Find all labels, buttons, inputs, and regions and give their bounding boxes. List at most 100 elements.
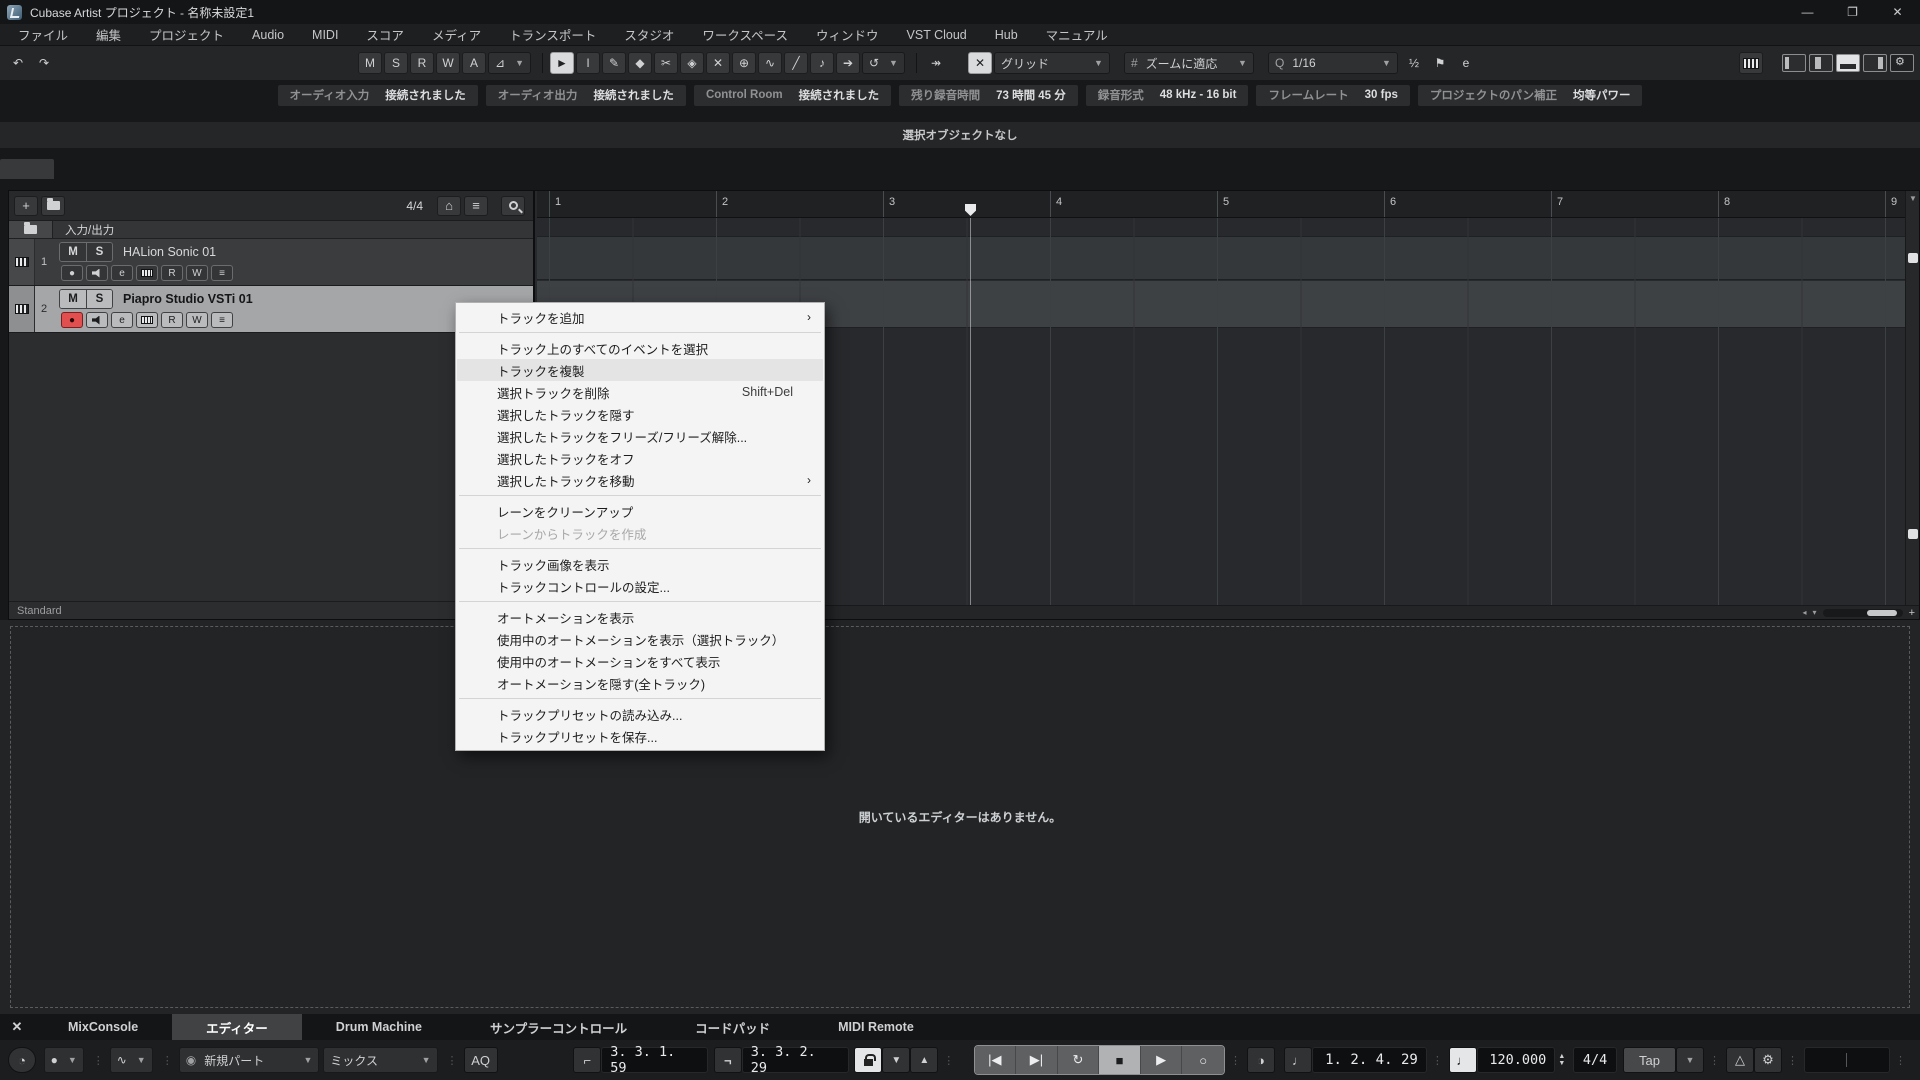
scroll-down-icon[interactable]: ▾ bbox=[1813, 608, 1817, 617]
object-selection-tool[interactable]: ► bbox=[550, 52, 574, 74]
autoscroll-button[interactable]: ↠ bbox=[924, 52, 948, 74]
setup-toolbar-button[interactable]: ⚙ bbox=[1890, 54, 1914, 72]
menu-item[interactable]: 選択トラックを削除 Shift+Del › bbox=[457, 381, 823, 403]
folder-track-row[interactable]: 入力/出力 bbox=[9, 221, 533, 239]
menu-item[interactable]: トラックを追加 › bbox=[457, 306, 823, 328]
lower-zone-toggle[interactable] bbox=[1836, 54, 1860, 72]
track-height-preset[interactable]: Standard bbox=[17, 605, 62, 617]
punch-in-button[interactable]: ▼ bbox=[882, 1047, 910, 1073]
menubar-item[interactable]: ウィンドウ bbox=[802, 23, 893, 46]
edit-instrument-button[interactable] bbox=[136, 265, 158, 281]
snap-type-dropdown[interactable]: グリッド ▼ bbox=[994, 52, 1110, 74]
menubar-item[interactable]: Audio bbox=[238, 26, 298, 44]
close-button[interactable]: ✕ bbox=[1875, 0, 1920, 24]
menubar-item[interactable]: マニュアル bbox=[1032, 23, 1122, 46]
stop-button[interactable]: ■ bbox=[1099, 1046, 1141, 1074]
find-track-button[interactable] bbox=[501, 196, 525, 216]
midi-record-mode-dropdown[interactable]: ◉ 新規パート ▼ bbox=[179, 1047, 320, 1073]
tempo-spinner[interactable]: ▲▼ bbox=[1558, 1053, 1565, 1067]
menubar-item[interactable]: スコア bbox=[352, 23, 418, 46]
metronome-button[interactable]: △ bbox=[1726, 1047, 1754, 1073]
menubar-item[interactable]: 編集 bbox=[82, 23, 135, 46]
edit-channel-button[interactable]: e bbox=[111, 265, 133, 281]
menu-item[interactable]: オートメーションを表示 › bbox=[457, 606, 823, 628]
monitor-button[interactable] bbox=[86, 312, 108, 328]
track-controls-button[interactable]: ≡ bbox=[211, 312, 233, 328]
write-automation-button[interactable]: W bbox=[186, 265, 208, 281]
comp-tool[interactable]: ∿ bbox=[758, 52, 782, 74]
time-signature-display[interactable]: 4/4 bbox=[1573, 1047, 1617, 1073]
scroll-thumb[interactable] bbox=[1908, 253, 1918, 263]
status-segment[interactable]: プロジェクトのパン補正 均等パワー bbox=[1418, 85, 1643, 106]
menu-item[interactable]: 使用中のオートメーションをすべて表示 › bbox=[457, 650, 823, 672]
primary-time-display[interactable]: 1. 2. 4. 29 bbox=[1312, 1047, 1426, 1073]
menu-item[interactable]: › bbox=[459, 495, 821, 496]
punch-out-button[interactable]: ▲ bbox=[910, 1047, 938, 1073]
status-segment[interactable]: オーディオ出力 接続されました bbox=[486, 85, 686, 106]
go-to-next-marker-button[interactable]: ▶| bbox=[1016, 1046, 1058, 1074]
scroll-thumb[interactable] bbox=[1908, 529, 1918, 539]
iterative-quantize-button[interactable]: ½ bbox=[1402, 52, 1426, 74]
status-segment[interactable]: オーディオ入力 接続されました bbox=[278, 85, 478, 106]
cycle-button[interactable]: ↻ bbox=[1058, 1046, 1100, 1074]
range-selection-tool[interactable]: I bbox=[576, 52, 600, 74]
line-tool[interactable]: ╱ bbox=[784, 52, 808, 74]
lower-zone-tab[interactable]: MixConsole bbox=[34, 1014, 172, 1040]
menu-item[interactable]: トラックを複製 › bbox=[457, 359, 823, 381]
monitor-button[interactable] bbox=[86, 265, 108, 281]
read-automation-button[interactable]: R bbox=[161, 265, 183, 281]
minimize-button[interactable]: — bbox=[1785, 0, 1830, 24]
menu-item[interactable]: トラック上のすべてのイベントを選択 › bbox=[457, 337, 823, 359]
timeline-ruler[interactable]: 123456789 bbox=[537, 191, 1905, 218]
menubar-item[interactable]: スタジオ bbox=[610, 23, 688, 46]
scroll-left-icon[interactable]: ◂ bbox=[1803, 608, 1807, 617]
left-locator-display[interactable]: 3. 3. 1. 59 bbox=[601, 1047, 708, 1073]
record-enable-button[interactable]: ● bbox=[61, 312, 83, 328]
automation-button[interactable]: S bbox=[384, 52, 408, 74]
solo-button[interactable]: S bbox=[86, 290, 112, 308]
solo-button[interactable]: S bbox=[86, 243, 112, 261]
constrain-delay-compensation-button[interactable]: ◔ bbox=[8, 1047, 36, 1073]
left-zone-alt-toggle[interactable] bbox=[1809, 54, 1833, 72]
record-button[interactable]: ○ bbox=[1182, 1046, 1224, 1074]
split-tool[interactable]: ✂ bbox=[654, 52, 678, 74]
menu-item[interactable]: トラックプリセットを保存... › bbox=[457, 725, 823, 747]
open-quantize-panel-button[interactable]: e bbox=[1454, 52, 1478, 74]
close-lower-zone-button[interactable]: ✕ bbox=[0, 1014, 34, 1040]
status-segment[interactable]: 残り録音時間 73 時間 45 分 bbox=[899, 85, 1078, 106]
quantize-flag-button[interactable]: ⚑ bbox=[1428, 52, 1452, 74]
tap-tempo-button[interactable]: Tap bbox=[1623, 1047, 1676, 1073]
zoom-in-icon[interactable]: + bbox=[1909, 607, 1915, 619]
common-record-mode-dropdown[interactable]: ● ▼ bbox=[44, 1047, 84, 1073]
menu-item[interactable]: トラックコントロールの設定... › bbox=[457, 575, 823, 597]
draw-tool[interactable]: ✎ bbox=[602, 52, 626, 74]
track-visibility-home-button[interactable]: ⌂ bbox=[437, 196, 461, 216]
menu-item[interactable]: トラックプリセットの読み込み... › bbox=[457, 703, 823, 725]
lower-zone-tab[interactable]: Drum Machine bbox=[302, 1014, 456, 1040]
status-segment[interactable]: Control Room 接続されました bbox=[694, 85, 891, 106]
menu-item[interactable]: › bbox=[459, 601, 821, 602]
auto-quantize-button[interactable]: AQ bbox=[464, 1047, 498, 1073]
menu-item[interactable]: オートメーションを隠す(全トラック) › bbox=[457, 672, 823, 694]
status-segment[interactable]: 録音形式 48 kHz - 16 bit bbox=[1086, 85, 1249, 106]
go-to-right-locator-button[interactable]: ¬ bbox=[714, 1047, 742, 1073]
right-locator-display[interactable]: 3. 3. 2. 29 bbox=[742, 1047, 849, 1073]
go-to-previous-marker-button[interactable]: |◀ bbox=[975, 1046, 1017, 1074]
snap-on-off-button[interactable]: ✕ bbox=[968, 52, 992, 74]
midi-cycle-record-mode-dropdown[interactable]: ミックス ▼ bbox=[323, 1047, 437, 1073]
autofade-settings-button[interactable]: ⊿ ▼ bbox=[488, 52, 531, 74]
menu-item[interactable]: 使用中のオートメーションを表示（選択トラック） › bbox=[457, 628, 823, 650]
redo-button[interactable]: ↷ bbox=[32, 52, 56, 74]
tempo-mode-dropdown[interactable]: ▼ bbox=[1676, 1047, 1704, 1073]
undo-button[interactable]: ↶ bbox=[6, 52, 30, 74]
automation-button[interactable]: W bbox=[436, 52, 460, 74]
menubar-item[interactable]: Hub bbox=[981, 26, 1032, 44]
tempo-display[interactable]: 120.000 bbox=[1477, 1047, 1555, 1073]
mute-button[interactable]: M bbox=[60, 290, 86, 308]
automation-button[interactable]: A bbox=[462, 52, 486, 74]
menubar-item[interactable]: プロジェクト bbox=[135, 23, 238, 46]
status-segment[interactable]: フレームレート 30 fps bbox=[1256, 85, 1409, 106]
mute-tool[interactable]: ✕ bbox=[706, 52, 730, 74]
menubar-item[interactable]: メディア bbox=[418, 23, 495, 46]
menubar-item[interactable]: VST Cloud bbox=[893, 26, 981, 44]
